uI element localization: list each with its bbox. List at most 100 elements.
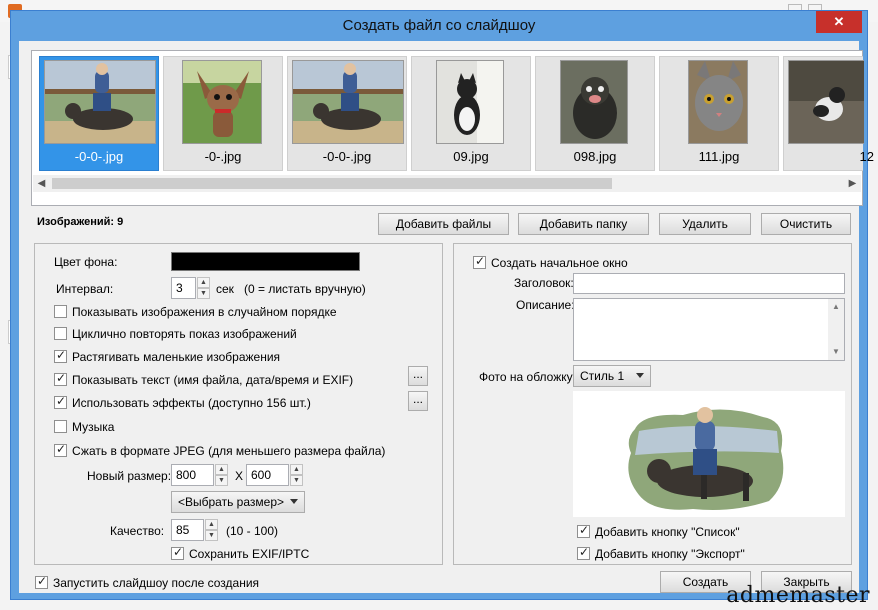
thumbnail-image — [688, 60, 748, 144]
run-after-checkbox[interactable] — [35, 574, 48, 589]
chevron-down-icon — [290, 499, 298, 504]
loop-label: Циклично повторять показ изображений — [72, 327, 297, 341]
width-input[interactable]: 800 — [171, 464, 214, 486]
add-export-button-checkbox[interactable] — [577, 545, 590, 560]
show-text-label: Показывать текст (имя файла, дата/время … — [72, 373, 354, 387]
loop-checkbox[interactable] — [54, 327, 67, 340]
size-preset-value: <Выбрать размер> — [178, 495, 284, 509]
thumbnail-item[interactable]: 09.jpg — [411, 56, 531, 171]
scroll-up-icon[interactable]: ▲ — [828, 299, 844, 315]
thumbnail-caption: -0-0-.jpg — [74, 149, 124, 164]
scroll-down-icon[interactable]: ▼ — [828, 344, 844, 360]
delete-button[interactable]: Удалить — [659, 213, 751, 235]
thumbnail-caption: 09.jpg — [453, 149, 489, 164]
thumbnail-list[interactable]: -0-0-.jpg -0-.jpg -0-0-.jpg 09.jpg 098.j… — [31, 50, 874, 206]
chevron-down-icon — [636, 373, 644, 378]
dialog-client: -0-0-.jpg -0-.jpg -0-0-.jpg 09.jpg 098.j… — [19, 41, 874, 593]
add-list-button-checkbox[interactable] — [577, 523, 590, 538]
stretch-label: Растягивать маленькие изображения — [72, 350, 281, 364]
height-input[interactable]: 600 — [246, 464, 289, 486]
watermark: admemaster — [726, 583, 870, 608]
thumbnail-item[interactable]: -0-0-.jpg — [287, 56, 407, 171]
jpeg-label: Сжать в формате JPEG (для меньшего разме… — [72, 444, 386, 458]
create-start-checkbox[interactable] — [473, 254, 486, 269]
height-stepper[interactable]: ▲ ▼ — [290, 464, 303, 486]
thumbnail-caption: -0-.jpg — [204, 149, 242, 164]
bg-color-swatch[interactable] — [171, 252, 360, 271]
jpeg-checkbox[interactable] — [54, 442, 67, 457]
slideshow-dialog: Создать файл со слайдшоу ✕ -0-0-.jpg -0-… — [10, 10, 874, 600]
effects-settings-button[interactable]: ... — [408, 391, 428, 411]
interval-unit: сек — [216, 282, 234, 296]
chevron-down-icon[interactable]: ▼ — [215, 475, 228, 486]
keep-exif-checkbox[interactable] — [171, 545, 184, 560]
show-text-checkbox[interactable] — [54, 371, 67, 386]
interval-label: Интервал: — [56, 282, 114, 296]
dialog-title: Создать файл со слайдшоу — [342, 17, 536, 34]
chevron-down-icon[interactable]: ▼ — [290, 475, 303, 486]
random-order-checkbox[interactable] — [54, 305, 67, 318]
thumbnail-caption: 098.jpg — [573, 149, 617, 164]
chevron-up-icon[interactable]: ▲ — [205, 519, 218, 530]
run-after-label: Запустить слайдшоу после создания — [53, 576, 260, 590]
cover-preview-image — [628, 407, 784, 510]
title-input[interactable] — [573, 273, 845, 294]
thumbnail-item[interactable]: 098.jpg — [535, 56, 655, 171]
keep-exif-label: Сохранить EXIF/IPTC — [189, 547, 310, 561]
effects-checkbox[interactable] — [54, 394, 67, 409]
vertical-scrollbar[interactable]: ▲ ▼ — [828, 299, 844, 360]
music-checkbox[interactable] — [54, 420, 67, 433]
thumbnail-caption: -0-0-.jpg — [322, 149, 372, 164]
thumbnail-caption: 12 — [859, 149, 874, 164]
title-label: Заголовок: — [514, 276, 574, 290]
quality-input[interactable]: 85 — [171, 519, 204, 541]
description-textarea[interactable]: ▲ ▼ — [573, 298, 845, 361]
scroll-left-icon[interactable]: ◀ — [33, 175, 50, 192]
chevron-down-icon[interactable]: ▼ — [205, 530, 218, 541]
scroll-right-icon[interactable]: ▶ — [844, 175, 861, 192]
music-label: Музыка — [72, 420, 115, 434]
clear-button[interactable]: Очистить — [761, 213, 851, 235]
description-label: Описание: — [516, 298, 575, 312]
add-list-button-label: Добавить кнопку "Список" — [595, 525, 740, 539]
thumbnail-image — [44, 60, 156, 144]
thumbnail-image — [788, 60, 864, 144]
scrollbar-thumb[interactable] — [52, 178, 612, 189]
interval-input[interactable]: 3 — [171, 277, 196, 299]
chevron-down-icon[interactable]: ▼ — [197, 288, 210, 299]
add-folder-button[interactable]: Добавить папку — [518, 213, 649, 235]
chevron-up-icon[interactable]: ▲ — [215, 464, 228, 475]
new-size-label: Новый размер: — [87, 469, 172, 483]
chevron-up-icon[interactable]: ▲ — [197, 277, 210, 288]
interval-stepper[interactable]: ▲ ▼ — [197, 277, 210, 299]
add-files-button[interactable]: Добавить файлы — [378, 213, 509, 235]
thumbnail-item[interactable]: 111.jpg — [659, 56, 779, 171]
thumbnail-item[interactable]: -0-0-.jpg — [39, 56, 159, 171]
random-order-label: Показывать изображения в случайном поряд… — [72, 305, 337, 319]
text-settings-button[interactable]: ... — [408, 366, 428, 386]
stretch-checkbox[interactable] — [54, 348, 67, 363]
cover-preview — [573, 391, 845, 517]
horizontal-scrollbar[interactable]: ◀ ▶ — [33, 175, 861, 192]
add-export-button-label: Добавить кнопку "Экспорт" — [595, 547, 745, 561]
width-stepper[interactable]: ▲ ▼ — [215, 464, 228, 486]
thumbnail-caption: 111.jpg — [698, 149, 740, 164]
quality-range: (10 - 100) — [226, 524, 279, 538]
size-preset-select[interactable]: <Выбрать размер> — [171, 491, 305, 513]
thumbnail-item[interactable]: -0-.jpg — [163, 56, 283, 171]
thumbnail-image — [436, 60, 504, 144]
close-icon[interactable]: ✕ — [816, 11, 862, 33]
quality-label: Качество: — [110, 524, 165, 538]
thumbnail-item[interactable]: 12 — [783, 56, 874, 171]
create-start-label: Создать начальное окно — [491, 256, 628, 270]
effects-label: Использовать эффекты (доступно 156 шт.) — [72, 396, 311, 410]
thumbnail-image — [182, 60, 262, 144]
size-separator: X — [235, 469, 244, 483]
cover-photo-label: Фото на обложку: — [479, 370, 576, 384]
thumbnail-image — [560, 60, 628, 144]
thumbnail-image — [292, 60, 404, 144]
quality-stepper[interactable]: ▲ ▼ — [205, 519, 218, 541]
chevron-up-icon[interactable]: ▲ — [290, 464, 303, 475]
bg-color-label: Цвет фона: — [54, 255, 118, 269]
cover-style-select[interactable]: Стиль 1 — [573, 365, 651, 387]
